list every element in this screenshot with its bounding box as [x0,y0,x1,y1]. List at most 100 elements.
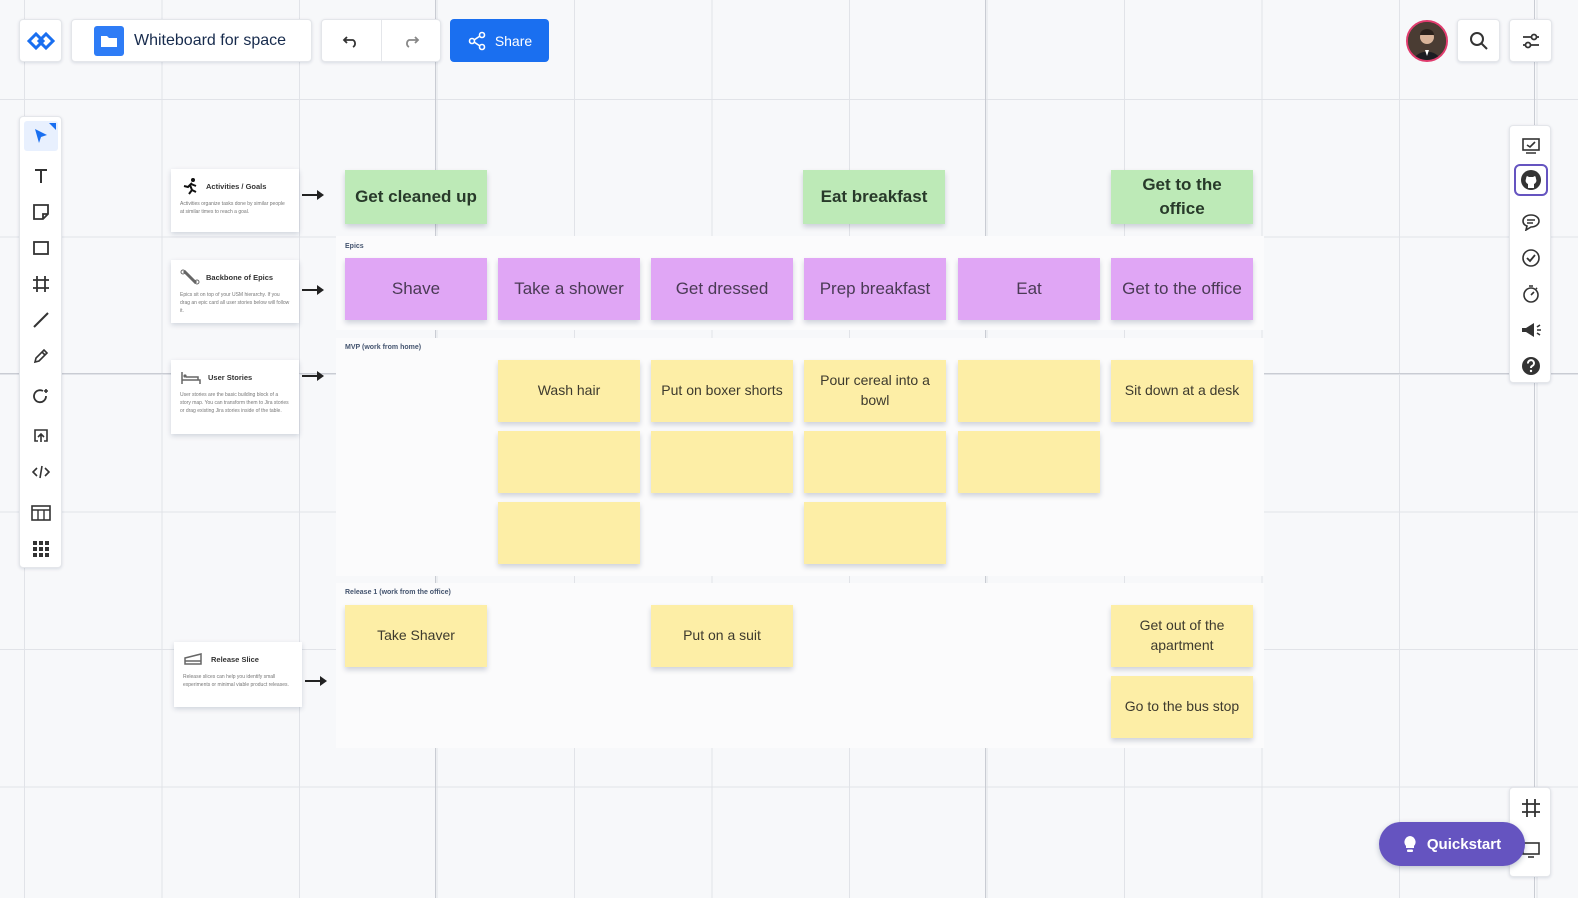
comment-icon [1522,214,1540,231]
legend-release-body: Release slices can help you identify sma… [183,674,289,688]
lasso-tool[interactable] [24,381,58,411]
bone-icon [180,269,200,285]
quickstart-label: Quickstart [1426,835,1502,853]
apps-grid-icon [33,541,49,557]
timer-icon [1523,285,1539,303]
board-title-box[interactable]: Whiteboard for space [71,19,312,62]
embed-tool[interactable] [24,457,58,487]
right-toolbar [1509,125,1551,383]
frames-button[interactable] [1514,792,1548,824]
embed-code-icon [32,465,50,479]
legend-stories[interactable]: User Stories User stories are the basic … [171,360,299,434]
epic-note[interactable]: Prep breakfast [804,258,946,320]
line-tool[interactable] [24,305,58,335]
text-icon [35,169,47,183]
sticky-note-tool[interactable] [24,197,58,227]
whiteboard-logo-icon [26,31,55,50]
legend-stories-title: User Stories [208,372,253,382]
arrow-connector [305,676,327,686]
avatar[interactable] [1406,20,1448,62]
checklist-icon [1522,249,1540,267]
lasso-icon [33,389,48,404]
undo-icon [342,35,357,48]
quickstart-button[interactable]: Quickstart [1379,822,1525,866]
presentation-button[interactable] [1514,130,1548,162]
running-person-icon [183,178,197,195]
help-button[interactable] [1514,350,1548,382]
story-note[interactable] [958,360,1100,422]
settings-button[interactable] [1509,19,1552,62]
redo-icon [405,35,420,48]
frame-tool[interactable] [24,269,58,299]
legend-backbone[interactable]: Backbone of Epics Epics sit on top of yo… [171,260,299,323]
empty-story-note[interactable] [498,431,640,493]
github-icon [1521,170,1541,190]
epic-note[interactable]: Eat [958,258,1100,320]
presentation-icon [1522,138,1540,154]
undo-redo-group [321,19,441,62]
epic-note[interactable]: Shave [345,258,487,320]
arrow-connector [302,371,324,381]
legend-activities-body: Activities organize tasks done by simila… [180,201,285,215]
share-label: Share [494,32,533,49]
legend-release[interactable]: Release Slice Release slices can help yo… [174,642,302,707]
folder-icon [94,25,124,56]
legend-release-title: Release Slice [211,654,259,664]
github-button[interactable] [1514,164,1548,196]
announce-icon [1522,323,1541,337]
frame-icon [1522,799,1540,817]
apps-tool[interactable] [24,534,58,564]
activity-note[interactable]: Get to the office [1111,170,1253,224]
epic-note[interactable]: Take a shower [498,258,640,320]
table-tool[interactable] [24,498,58,528]
epic-note[interactable]: Get to the office [1111,258,1253,320]
epic-note[interactable]: Get dressed [651,258,793,320]
activity-note[interactable]: Get cleaned up [345,170,487,224]
release-section-label: Release 1 (work from the office) [345,589,451,596]
release-story-note[interactable]: Go to the bus stop [1111,676,1253,738]
comment-button[interactable] [1514,206,1548,238]
select-icon [35,129,47,143]
logo-button[interactable] [19,19,62,62]
story-note[interactable]: Put on boxer shorts [651,360,793,422]
empty-story-note[interactable] [498,502,640,564]
select-tool[interactable] [24,121,58,151]
announce-button[interactable] [1514,314,1548,346]
release-story-note[interactable]: Take Shaver [345,605,487,667]
upload-tool[interactable] [24,421,58,451]
redo-button[interactable] [381,20,440,61]
timer-button[interactable] [1514,278,1548,310]
activity-note[interactable]: Eat breakfast [803,170,945,224]
rectangle-icon [33,241,49,255]
lightbulb-icon [1404,836,1416,852]
empty-story-note[interactable] [651,431,793,493]
empty-story-note[interactable] [804,431,946,493]
arrow-connector [302,285,324,295]
undo-button[interactable] [322,20,381,61]
empty-story-note[interactable] [804,502,946,564]
frame-icon [33,276,49,292]
legend-activities[interactable]: Activities / Goals Activities organize t… [171,169,299,232]
pen-tool[interactable] [24,341,58,371]
release-story-note[interactable]: Put on a suit [651,605,793,667]
bed-icon [181,372,201,384]
rectangle-tool[interactable] [24,233,58,263]
text-tool[interactable] [24,161,58,191]
line-icon [33,312,49,328]
search-button[interactable] [1457,19,1500,62]
story-note[interactable]: Wash hair [498,360,640,422]
checklist-button[interactable] [1514,242,1548,274]
story-note[interactable]: Sit down at a desk [1111,360,1253,422]
release-story-note[interactable]: Get out of the apartment [1111,605,1253,667]
story-note[interactable]: Pour cereal into a bowl [804,360,946,422]
legend-backbone-body: Epics sit on top of your USM hierarchy. … [180,292,290,314]
legend-backbone-title: Backbone of Epics [206,272,274,282]
pen-icon [33,348,49,364]
empty-story-note[interactable] [958,431,1100,493]
table-icon [31,505,51,521]
search-icon [1469,31,1488,50]
share-button[interactable]: Share [450,19,549,62]
left-toolbar [19,116,62,568]
legend-activities-title: Activities / Goals [206,181,267,191]
sliders-icon [1522,33,1539,48]
